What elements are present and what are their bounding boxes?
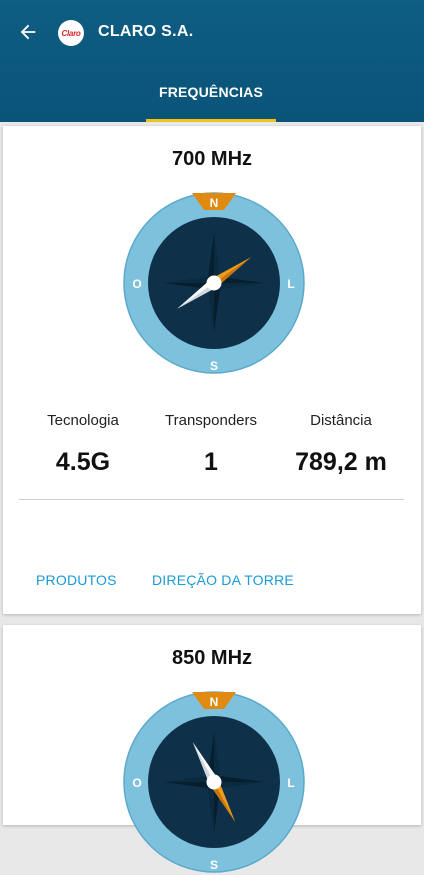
arrow-left-icon (20, 24, 36, 40)
back-button[interactable] (10, 14, 46, 50)
frequency-card-700: 700 MHz N S L O Tecnologia 4.5G Transpon… (3, 126, 421, 614)
stat-value: 4.5G (55, 448, 111, 476)
stat-value: 1 (204, 448, 218, 476)
divider (19, 499, 404, 500)
tab-indicator (146, 119, 276, 122)
claro-logo: Claro (58, 20, 84, 46)
frequency-title: 700 MHz (171, 148, 253, 170)
compass-west: O (132, 776, 141, 790)
frequency-title: 850 MHz (171, 647, 253, 669)
compass-west: O (132, 277, 141, 291)
stat-value: 789,2 m (295, 448, 387, 476)
tab-label: FREQUÊNCIAS (158, 84, 264, 100)
compass-east: L (287, 277, 294, 291)
stat-label: Distância (310, 412, 372, 429)
stat-label: Transponders (165, 412, 257, 429)
logo-text: Claro (61, 28, 81, 38)
tab-frequencias[interactable]: FREQUÊNCIAS (146, 76, 276, 122)
stat-tecnologia: Tecnologia 4.5G (13, 412, 153, 477)
produtos-button[interactable]: PRODUTOS (36, 572, 117, 588)
stat-transponders: Transponders 1 (141, 412, 281, 477)
compass-north: N (210, 196, 219, 210)
compass-south: S (210, 359, 218, 373)
stat-distancia: Distância 789,2 m (271, 412, 411, 477)
direcao-da-torre-button[interactable]: DIREÇÃO DA TORRE (152, 572, 294, 588)
compass-east: L (287, 776, 294, 790)
compass-icon: N S L O (123, 192, 305, 374)
stat-label: Tecnologia (47, 412, 119, 429)
frequency-card-850: 850 MHz N S L O (3, 625, 421, 873)
app-bar: Claro CLARO S.A. FREQUÊNCIAS (0, 0, 424, 122)
app-title: CLARO S.A. (98, 23, 194, 40)
compass-north: N (210, 695, 219, 709)
compass-icon: N S L O (123, 691, 305, 873)
compass-south: S (210, 858, 218, 872)
stats-row: Tecnologia 4.5G Transponders 1 Distância… (3, 412, 421, 482)
